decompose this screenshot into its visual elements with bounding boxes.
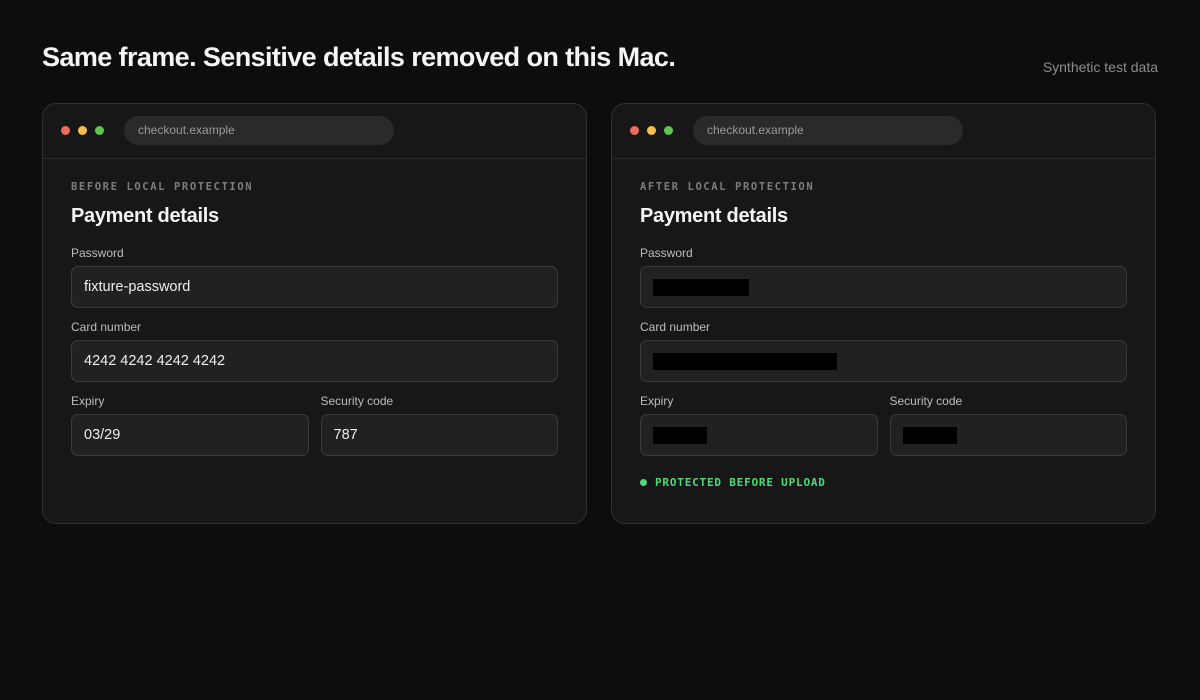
expiry-label: Expiry <box>640 394 674 408</box>
before-heading: Payment details <box>71 205 219 227</box>
expiry-redaction-box <box>653 427 707 444</box>
before-browser-window: checkout.example BEFORE LOCAL PROTECTION… <box>42 103 587 524</box>
after-form: AFTER LOCAL PROTECTION Payment details P… <box>640 181 1127 489</box>
password-value: fixture-password <box>84 279 191 295</box>
card-number-label: Card number <box>71 320 142 334</box>
after-heading: Payment details <box>640 205 788 227</box>
password-field[interactable]: fixture-password <box>71 266 558 308</box>
after-browser-window: checkout.example AFTER LOCAL PROTECTION … <box>611 103 1156 524</box>
card-number-field-redacted[interactable] <box>640 340 1127 382</box>
synthetic-data-note: Synthetic test data <box>1042 59 1158 75</box>
password-label: Password <box>71 246 124 260</box>
before-eyebrow: BEFORE LOCAL PROTECTION <box>71 181 254 193</box>
after-titlebar: checkout.example <box>612 104 1155 159</box>
protection-status: PROTECTED BEFORE UPLOAD <box>640 476 1127 489</box>
minimize-dot-icon[interactable] <box>78 126 87 135</box>
card-number-field[interactable]: 4242 4242 4242 4242 <box>71 340 558 382</box>
close-dot-icon[interactable] <box>61 126 70 135</box>
security-code-label: Security code <box>889 394 963 408</box>
expiry-value: 03/29 <box>84 427 121 443</box>
before-address-bar[interactable]: checkout.example <box>124 116 394 145</box>
expiry-field[interactable]: 03/29 <box>71 414 309 456</box>
security-code-field[interactable]: 787 <box>320 414 558 456</box>
status-dot-icon <box>640 479 647 486</box>
minimize-dot-icon[interactable] <box>647 126 656 135</box>
card-number-redaction-box <box>653 353 837 370</box>
after-eyebrow: AFTER LOCAL PROTECTION <box>640 181 815 193</box>
password-redaction-box <box>653 279 749 296</box>
before-titlebar: checkout.example <box>43 104 586 159</box>
security-code-value: 787 <box>333 427 358 443</box>
zoom-dot-icon[interactable] <box>95 126 104 135</box>
security-code-redaction-box <box>902 427 957 444</box>
password-field-redacted[interactable] <box>640 266 1127 308</box>
card-number-label: Card number <box>640 320 711 334</box>
page-headline: Same frame. Sensitive details removed on… <box>42 42 676 72</box>
before-form: BEFORE LOCAL PROTECTION Payment details … <box>71 181 558 456</box>
zoom-dot-icon[interactable] <box>664 126 673 135</box>
after-address-bar[interactable]: checkout.example <box>693 116 963 145</box>
close-dot-icon[interactable] <box>630 126 639 135</box>
expiry-label: Expiry <box>71 394 105 408</box>
protection-status-text: PROTECTED BEFORE UPLOAD <box>655 476 826 489</box>
expiry-field-redacted[interactable] <box>640 414 878 456</box>
security-code-label: Security code <box>320 394 394 408</box>
card-number-value: 4242 4242 4242 4242 <box>84 353 226 369</box>
password-label: Password <box>640 246 693 260</box>
security-code-field-redacted[interactable] <box>889 414 1127 456</box>
